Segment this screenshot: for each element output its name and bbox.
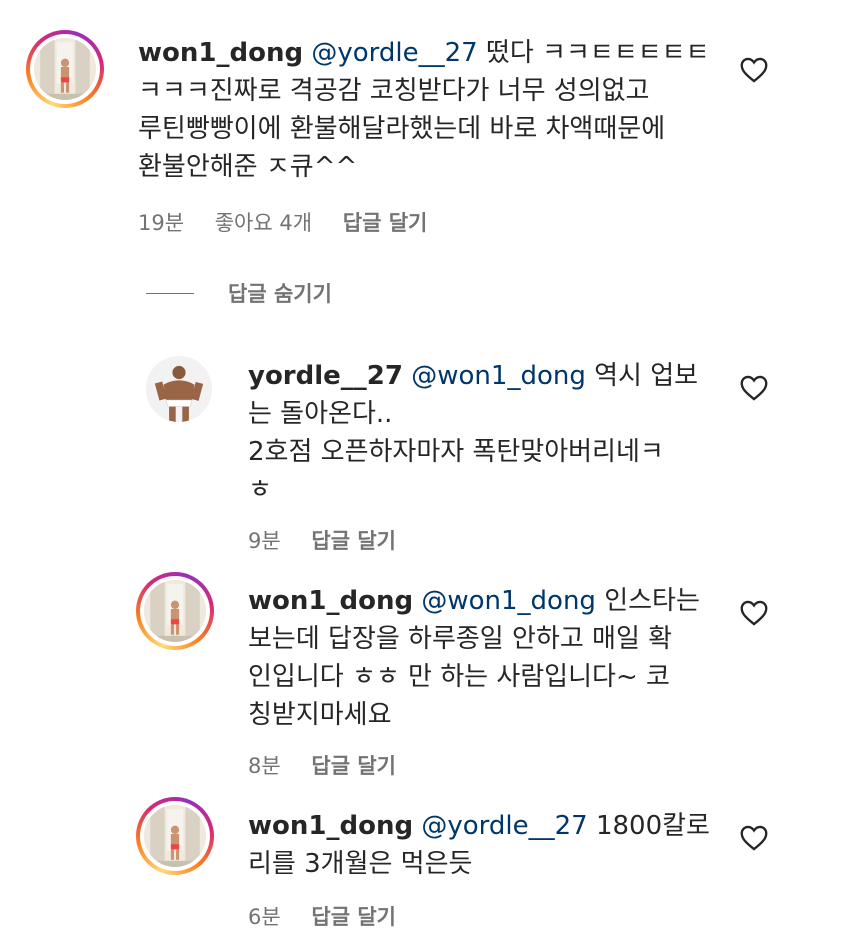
divider-line xyxy=(146,292,194,294)
comment-line: 보는데 답장을 하루종일 안하고 매일 확 xyxy=(248,624,673,654)
hide-replies-label: 답글 숨기기 xyxy=(228,282,332,306)
comment-line: 역시 업보 xyxy=(594,361,699,391)
heart-outline-icon[interactable] xyxy=(740,57,768,83)
comment-body: yordle__27 @won1_dong 역시 업보 는 돌아온다.. 2호점… xyxy=(248,357,698,509)
comment-time: 19분 xyxy=(138,211,185,235)
reply-button[interactable]: 답글 달기 xyxy=(311,905,396,929)
reply-button[interactable]: 답글 달기 xyxy=(343,211,428,235)
comment-likes[interactable]: 좋아요 4개 xyxy=(215,211,312,235)
comment-time: 8분 xyxy=(248,754,281,778)
comment-meta: 19분 좋아요 4개 답글 달기 xyxy=(138,207,451,237)
comment-line: 2호점 오픈하자마자 폭탄맞아버리네ㅋ xyxy=(248,437,664,467)
comment-mention[interactable]: @yordle__27 xyxy=(421,811,587,841)
profile-photo xyxy=(144,805,206,867)
comment-mention[interactable]: @won1_dong xyxy=(421,586,596,616)
profile-photo xyxy=(144,580,206,642)
comment-line: 는 돌아온다.. xyxy=(248,399,393,429)
hide-replies-button[interactable]: 답글 숨기기 xyxy=(146,278,332,308)
comment-line: 환불안해준 ㅈ큐^^ xyxy=(138,152,358,182)
heart-outline-icon[interactable] xyxy=(740,825,768,851)
comment-line: 칭받지마세요 xyxy=(248,700,392,730)
comment-time: 9분 xyxy=(248,529,281,553)
avatar[interactable] xyxy=(146,356,212,422)
reply-button[interactable]: 답글 달기 xyxy=(311,754,396,778)
comment-meta: 9분 답글 달기 xyxy=(248,525,420,555)
comment-username[interactable]: won1_dong xyxy=(248,586,413,616)
comment-line: ㅋㅋㅋ진짜로 격공감 코칭받다가 너무 성의없고 xyxy=(138,76,650,106)
comment-meta: 8분 답글 달기 xyxy=(248,750,420,780)
comment-line: 1800칼로 xyxy=(595,811,710,841)
heart-outline-icon[interactable] xyxy=(740,375,768,401)
comment-line: 리를 3개월은 먹은듯 xyxy=(248,849,473,879)
avatar[interactable] xyxy=(136,572,214,650)
comment-username[interactable]: yordle__27 xyxy=(248,361,403,391)
comment-body: won1_dong @won1_dong 인스타는 보는데 답장을 하루종일 안… xyxy=(248,582,700,734)
avatar[interactable] xyxy=(26,30,104,108)
comment-mention[interactable]: @won1_dong xyxy=(411,361,586,391)
heart-outline-icon[interactable] xyxy=(740,600,768,626)
profile-photo xyxy=(146,356,212,422)
comment-line: ㅎ xyxy=(248,475,272,505)
avatar[interactable] xyxy=(136,797,214,875)
comment-mention[interactable]: @yordle__27 xyxy=(311,38,477,68)
comment-time: 6분 xyxy=(248,905,281,929)
comment-line: 인스타는 xyxy=(604,586,700,616)
comment-username[interactable]: won1_dong xyxy=(248,811,413,841)
comment-body: won1_dong @yordle__27 떴다 ㅋㅋㅌㅌㅌㅌㅌ ㅋㅋㅋ진짜로 … xyxy=(138,34,710,186)
profile-photo xyxy=(34,38,96,100)
comment-username[interactable]: won1_dong xyxy=(138,38,303,68)
comment-line: 떴다 ㅋㅋㅌㅌㅌㅌㅌ xyxy=(485,38,710,68)
comment-body: won1_dong @yordle__27 1800칼로 리를 3개월은 먹은듯 xyxy=(248,807,710,883)
reply-button[interactable]: 답글 달기 xyxy=(311,529,396,553)
comment-line: 루틴빵빵이에 환불해달라했는데 바로 차액때문에 xyxy=(138,114,666,144)
comment-meta: 6분 답글 달기 xyxy=(248,901,420,931)
comment-line: 인입니다 ㅎㅎ 만 하는 사람입니다~ 코 xyxy=(248,662,670,692)
